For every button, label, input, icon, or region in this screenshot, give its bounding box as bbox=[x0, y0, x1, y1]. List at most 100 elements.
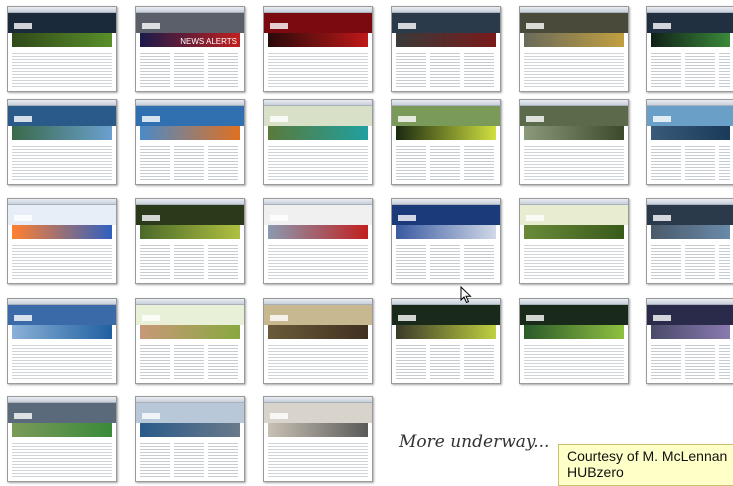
site-hero bbox=[268, 325, 368, 339]
site-hero bbox=[396, 325, 496, 339]
site-hero bbox=[524, 225, 624, 239]
hub-site-thumbnail bbox=[135, 99, 245, 185]
hub-site-thumbnail bbox=[263, 99, 373, 185]
hub-site-thumbnail bbox=[7, 99, 117, 185]
site-body-text bbox=[140, 144, 240, 180]
site-header bbox=[136, 305, 244, 325]
site-hero bbox=[140, 325, 240, 339]
site-header bbox=[647, 205, 733, 225]
site-header bbox=[520, 106, 628, 126]
site-hero bbox=[524, 33, 624, 47]
site-body-text bbox=[12, 243, 112, 279]
site-logo bbox=[398, 315, 416, 321]
site-hero bbox=[268, 33, 368, 47]
site-hero bbox=[268, 225, 368, 239]
site-header bbox=[520, 13, 628, 33]
site-hero bbox=[651, 225, 730, 239]
site-body-text bbox=[396, 243, 496, 279]
site-header bbox=[8, 403, 116, 423]
site-logo bbox=[14, 116, 32, 122]
hub-screenshot-grid: NEWS ALERTS bbox=[0, 0, 733, 482]
site-hero: NEWS ALERTS bbox=[140, 33, 240, 47]
site-body-text bbox=[396, 51, 496, 87]
site-hero bbox=[651, 126, 730, 140]
site-header bbox=[264, 106, 372, 126]
site-logo bbox=[142, 413, 160, 419]
site-header bbox=[8, 106, 116, 126]
site-logo bbox=[14, 215, 32, 221]
hub-site-thumbnail bbox=[646, 99, 733, 185]
site-body-text bbox=[396, 343, 496, 379]
site-body-text bbox=[524, 51, 624, 87]
site-logo bbox=[526, 23, 544, 29]
site-body-text bbox=[651, 243, 730, 279]
site-logo bbox=[270, 215, 288, 221]
site-logo bbox=[653, 23, 671, 29]
site-body-text bbox=[140, 51, 240, 87]
site-hero bbox=[140, 423, 240, 437]
site-hero bbox=[12, 423, 112, 437]
site-header bbox=[136, 205, 244, 225]
hub-site-thumbnail bbox=[391, 99, 501, 185]
site-logo bbox=[270, 413, 288, 419]
site-header bbox=[264, 403, 372, 423]
site-hero bbox=[12, 225, 112, 239]
site-logo bbox=[398, 215, 416, 221]
site-logo bbox=[142, 315, 160, 321]
site-body-text bbox=[268, 243, 368, 279]
site-logo bbox=[526, 215, 544, 221]
site-header bbox=[520, 205, 628, 225]
site-body-text bbox=[396, 144, 496, 180]
site-header bbox=[264, 305, 372, 325]
hub-site-thumbnail bbox=[519, 198, 629, 284]
site-logo bbox=[398, 116, 416, 122]
site-logo bbox=[14, 23, 32, 29]
courtesy-note: Courtesy of M. McLennan HUBzero bbox=[558, 444, 733, 486]
site-header bbox=[8, 205, 116, 225]
site-hero bbox=[524, 325, 624, 339]
site-logo bbox=[142, 23, 160, 29]
site-logo bbox=[14, 315, 32, 321]
site-header bbox=[647, 13, 733, 33]
site-hero bbox=[396, 33, 496, 47]
hub-site-thumbnail bbox=[519, 99, 629, 185]
hub-site-thumbnail bbox=[391, 298, 501, 384]
hub-site-thumbnail bbox=[135, 298, 245, 384]
site-logo bbox=[526, 116, 544, 122]
hub-site-thumbnail bbox=[135, 198, 245, 284]
site-logo bbox=[398, 23, 416, 29]
site-body-text bbox=[12, 441, 112, 477]
hub-site-thumbnail bbox=[646, 298, 733, 384]
site-header bbox=[8, 13, 116, 33]
site-header bbox=[136, 13, 244, 33]
hub-site-thumbnail bbox=[135, 396, 245, 482]
hub-site-thumbnail bbox=[263, 396, 373, 482]
hub-site-thumbnail bbox=[7, 6, 117, 92]
hub-site-thumbnail bbox=[263, 6, 373, 92]
site-hero bbox=[140, 225, 240, 239]
site-body-text bbox=[12, 343, 112, 379]
site-body-text bbox=[12, 144, 112, 180]
site-header bbox=[392, 106, 500, 126]
site-body-text bbox=[524, 243, 624, 279]
hub-site-thumbnail bbox=[646, 6, 733, 92]
hub-site-thumbnail bbox=[519, 298, 629, 384]
hub-site-thumbnail bbox=[263, 198, 373, 284]
site-hero bbox=[268, 423, 368, 437]
hub-site-thumbnail bbox=[7, 198, 117, 284]
site-hero bbox=[651, 33, 730, 47]
site-header bbox=[520, 305, 628, 325]
site-body-text bbox=[268, 441, 368, 477]
hub-site-thumbnail bbox=[7, 396, 117, 482]
site-logo bbox=[270, 315, 288, 321]
site-logo bbox=[653, 315, 671, 321]
site-body-text bbox=[524, 343, 624, 379]
site-hero bbox=[396, 225, 496, 239]
hub-site-thumbnail: NEWS ALERTS bbox=[135, 6, 245, 92]
site-body-text bbox=[651, 51, 730, 87]
site-hero bbox=[12, 325, 112, 339]
site-logo bbox=[14, 413, 32, 419]
site-header bbox=[136, 403, 244, 423]
site-body-text bbox=[140, 243, 240, 279]
site-header bbox=[392, 205, 500, 225]
